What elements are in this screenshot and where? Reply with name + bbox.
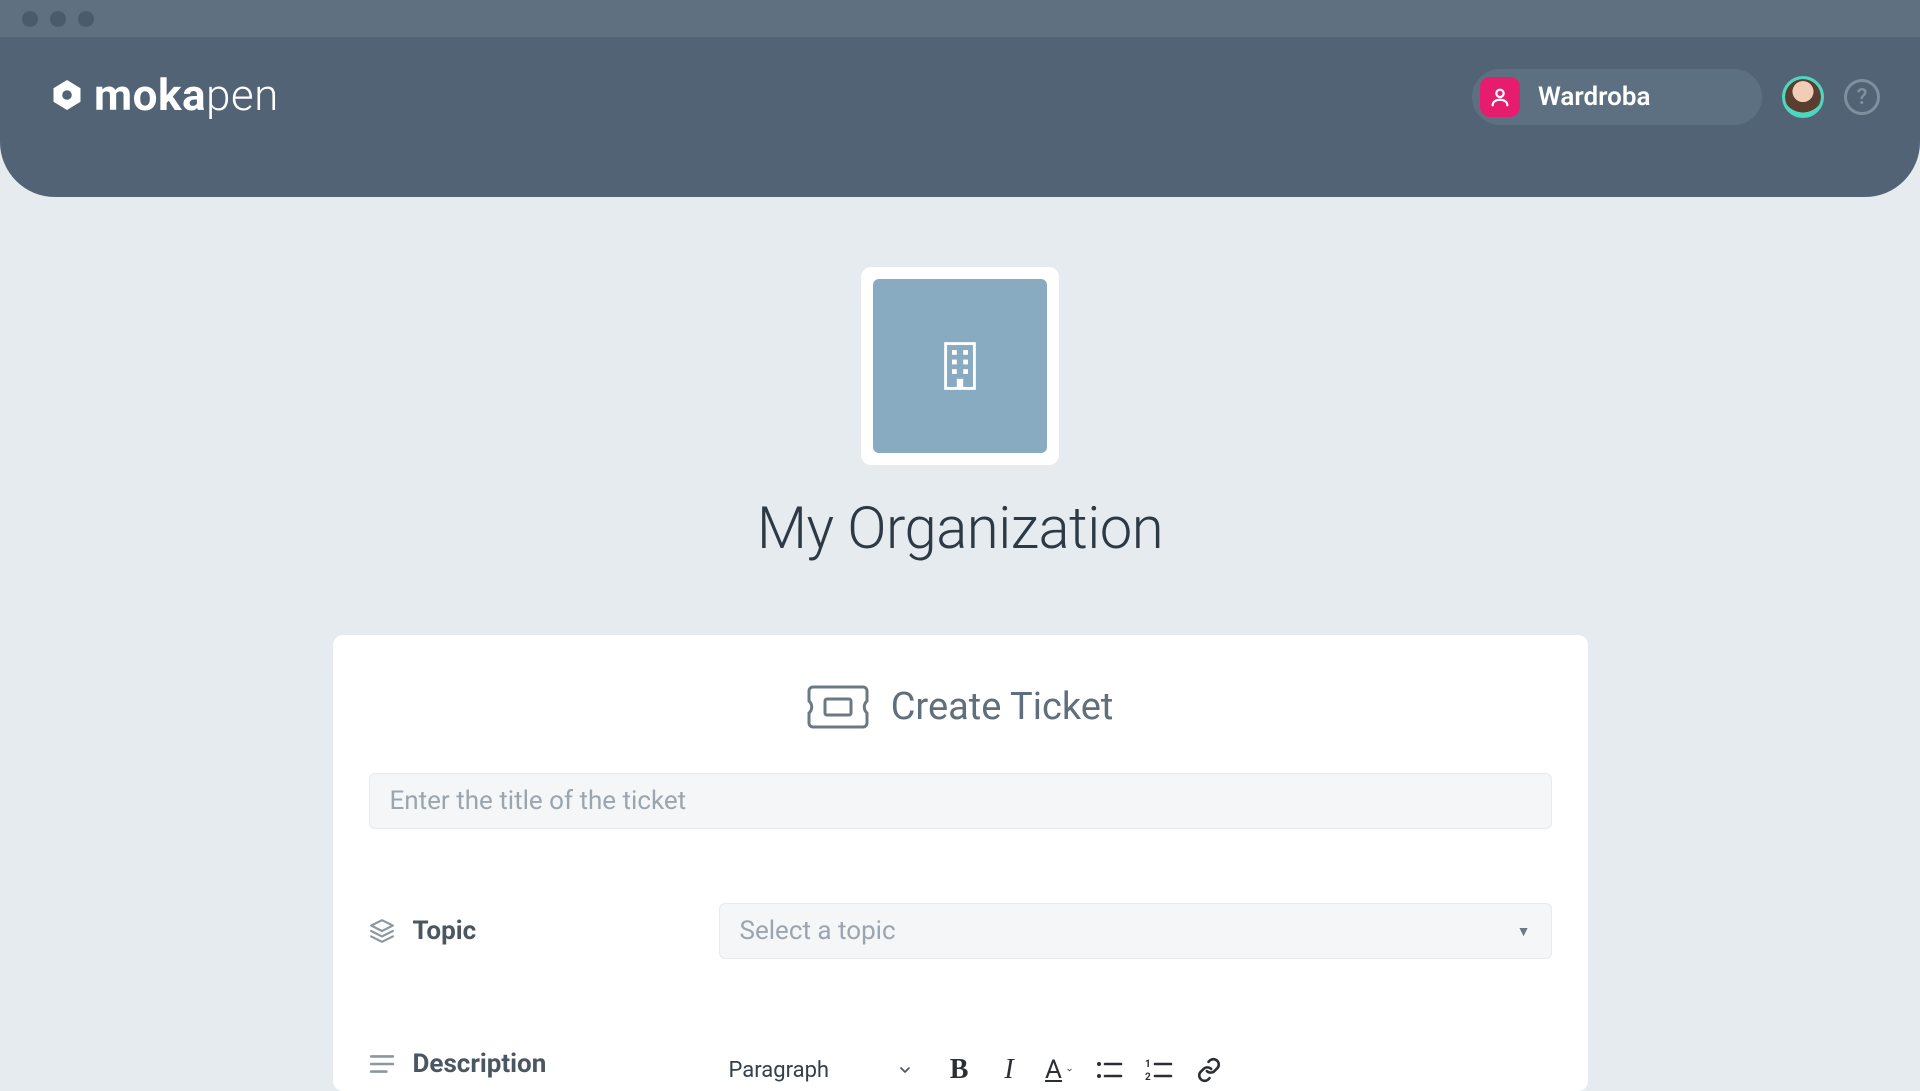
description-label: Description	[413, 1049, 547, 1079]
page-title: My Organization	[757, 495, 1163, 563]
ticket-title-input[interactable]: Enter the title of the ticket	[369, 773, 1552, 829]
chevron-down-icon	[897, 1062, 913, 1078]
user-avatar[interactable]	[1782, 76, 1824, 118]
svg-text:2: 2	[1145, 1072, 1151, 1082]
org-tile-inner	[873, 279, 1047, 453]
window-maximize-dot[interactable]	[78, 11, 94, 27]
header-right: Wardroba ?	[1472, 69, 1880, 125]
main-content: My Organization Create Ticket Enter the …	[0, 197, 1920, 1091]
org-tile[interactable]	[861, 267, 1059, 465]
org-name-label: Wardroba	[1538, 82, 1650, 112]
window-close-dot[interactable]	[22, 11, 38, 27]
org-switcher[interactable]: Wardroba	[1472, 69, 1762, 125]
card-header-text: Create Ticket	[891, 685, 1114, 729]
create-ticket-card: Create Ticket Enter the title of the tic…	[333, 635, 1588, 1091]
title-placeholder: Enter the title of the ticket	[390, 786, 687, 816]
logo-text: mokapen	[94, 69, 279, 121]
logo-icon	[48, 76, 86, 114]
editor-toolbar: Paragraph B I A	[719, 1049, 1552, 1091]
ticket-icon	[807, 685, 869, 729]
layers-icon	[369, 918, 395, 944]
building-icon	[940, 342, 980, 390]
topic-label: Topic	[413, 916, 477, 946]
style-select-label: Paragraph	[729, 1058, 830, 1083]
card-header: Create Ticket	[369, 685, 1552, 729]
app-logo[interactable]: mokapen	[48, 69, 279, 121]
description-row: Description Paragraph B I A	[369, 1049, 1552, 1091]
window-minimize-dot[interactable]	[50, 11, 66, 27]
description-label-wrap: Description	[369, 1049, 719, 1079]
topic-label-wrap: Topic	[369, 916, 719, 946]
person-icon	[1480, 77, 1520, 117]
topic-row: Topic Select a topic ▼	[369, 903, 1552, 959]
avatar-face	[1785, 79, 1821, 115]
topic-select-placeholder: Select a topic	[740, 916, 896, 946]
chevron-down-icon: ▼	[1517, 923, 1531, 940]
paragraph-style-select[interactable]: Paragraph	[729, 1058, 914, 1083]
app-header: mokapen Wardroba ?	[0, 37, 1920, 197]
topic-select[interactable]: Select a topic ▼	[719, 903, 1552, 959]
svg-text:1: 1	[1145, 1059, 1151, 1070]
help-icon[interactable]: ?	[1844, 79, 1880, 115]
text-lines-icon	[369, 1053, 395, 1075]
window-chrome	[0, 0, 1920, 37]
